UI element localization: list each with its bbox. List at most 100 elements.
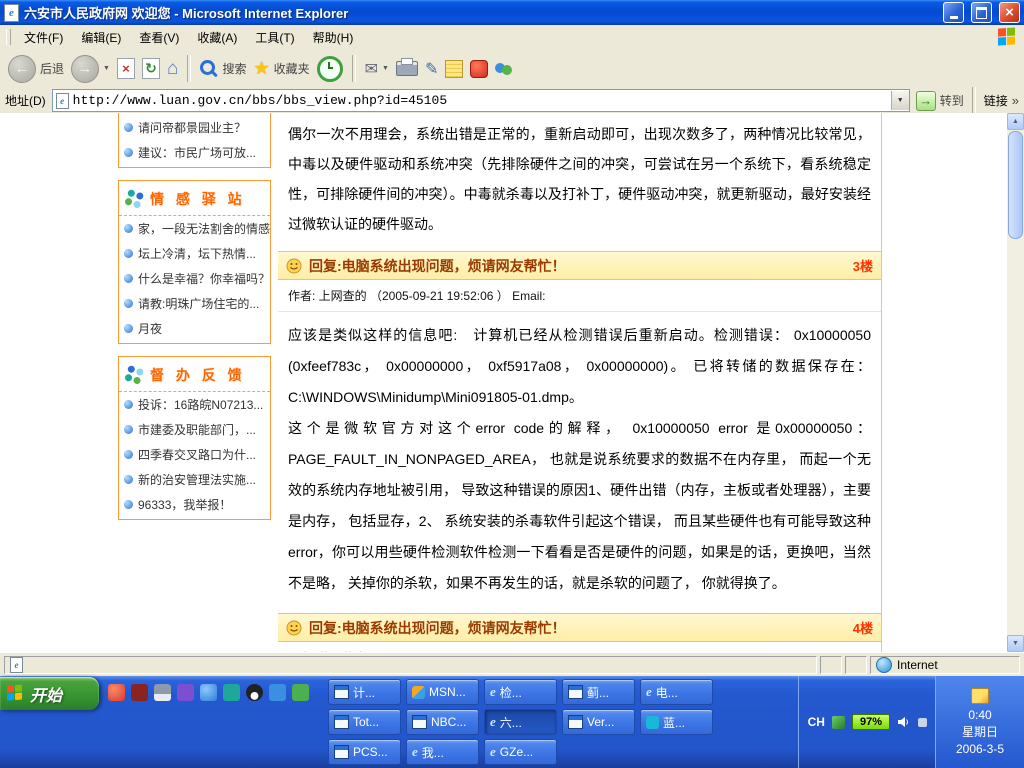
menu-edit[interactable]: 编辑(E) [72,25,130,50]
task-button-3[interactable]: e检... [484,679,557,705]
sidebar-link[interactable]: 家，一段无法割舍的情感 [119,216,270,241]
task-button-active-luan[interactable]: e六... [484,709,557,735]
section-title: 督 办 反 馈 [150,365,246,385]
quick-launch-icon-1[interactable] [108,684,125,701]
bullet-icon [124,274,133,283]
tray-shield-icon[interactable] [832,716,845,729]
toolbar: ← 后退 → ▼ × ↻ ⌂ 搜索 ★ 收藏夹 ✉ ▼ [0,49,1024,89]
quick-launch-icon-9[interactable] [292,684,309,701]
language-indicator[interactable]: CH [808,715,825,729]
start-button[interactable]: 开始 [0,677,99,710]
sidebar-link-label: 新的治安管理法实施... [138,471,256,488]
sidebar-link[interactable]: 96333，我举报！ [119,492,270,517]
sidebar-link-label: 月夜 [138,320,162,337]
reply-body: 应该是类似这样的信息吧: 计算机已经从检测错误后重新启动。检测错误： 0x100… [278,312,881,613]
forward-button[interactable]: → ▼ [71,55,110,83]
address-dropdown-icon[interactable]: ▼ [891,91,909,110]
volume-icon[interactable] [897,715,911,729]
edit-button[interactable]: ✎ [425,59,438,79]
scroll-up-button[interactable]: ▲ [1007,113,1024,130]
print-button[interactable] [396,61,418,76]
links-button[interactable]: 链接 » [984,92,1019,109]
sidebar-link[interactable]: 什么是幸福？你幸福吗？ [119,266,270,291]
vertical-scrollbar[interactable]: ▲ ▼ [1007,113,1024,652]
menu-file[interactable]: 文件(F) [15,25,72,50]
scroll-down-button[interactable]: ▼ [1007,635,1024,652]
clock-date: 2006-3-5 [956,741,1004,757]
quick-launch-qq-icon[interactable] [246,684,263,701]
bullet-icon [124,425,133,434]
task-button-7[interactable]: NBC... [406,709,479,735]
forward-dropdown-icon[interactable]: ▼ [103,65,110,72]
scrollbar-thumb[interactable] [1008,131,1023,239]
zone-label: Internet [897,658,938,672]
sidebar-link[interactable]: 请教:明珠广场住宅的... [119,291,270,316]
back-button[interactable]: ← 后退 [8,55,64,83]
task-button-9[interactable]: Ver... [562,709,635,735]
task-button-10[interactable]: 蓝... [640,709,713,735]
sidebar-link[interactable]: 坛上冷清，坛下热情... [119,241,270,266]
stop-button[interactable]: × [117,58,135,79]
maximize-button[interactable] [971,2,992,23]
minimize-button[interactable] [943,2,964,23]
menu-tools[interactable]: 工具(T) [246,25,303,50]
task-button-6[interactable]: Tot... [328,709,401,735]
favorites-button[interactable]: ★ 收藏夹 [253,58,309,79]
status-panel [820,656,842,674]
menu-view[interactable]: 查看(V) [130,25,188,50]
close-button[interactable]: × [999,2,1020,23]
task-button-4[interactable]: 蓟... [562,679,635,705]
quick-launch-icon-3[interactable] [154,684,171,701]
search-button[interactable]: 搜索 [200,60,246,78]
stop-icon: × [117,58,135,79]
quick-launch-ie-icon[interactable] [200,684,217,701]
sidebar-link[interactable]: 投诉：16路皖N07213... [119,392,270,417]
history-button[interactable] [317,56,343,82]
sidebar-link[interactable]: 月夜 [119,316,270,341]
reply-title: 回复:电脑系统出现问题，烦请网友帮忙！ [309,618,566,638]
reply-paragraph: 这个是微软官方对这个error code的解释， 0x10000050 erro… [288,413,871,599]
quick-launch-icon-8[interactable] [269,684,286,701]
task-button-1[interactable]: 计... [328,679,401,705]
quick-launch-icon-6[interactable] [223,684,240,701]
menu-help[interactable]: 帮助(H) [304,25,363,50]
go-button[interactable]: → 转到 [916,91,964,111]
task-button-13[interactable]: eGZe... [484,739,557,765]
bullet-icon [124,450,133,459]
im-button[interactable] [470,60,488,78]
window-icon [334,685,349,699]
reply-header: 回复:电脑系统出现问题，烦请网友帮忙！ 4楼 [278,613,881,642]
sidebar-link-label: 请问帝都景园业主？ [138,119,246,136]
menu-favorites[interactable]: 收藏(A) [188,25,246,50]
battery-indicator[interactable]: 97% [852,714,890,730]
quick-launch-icon-2[interactable] [131,684,148,701]
mail-button[interactable]: ✉ ▼ [365,59,389,79]
task-button-2[interactable]: MSN... [406,679,479,705]
bullet-icon [124,123,133,132]
menu-grip[interactable] [6,29,11,45]
task-button-12[interactable]: e我... [406,739,479,765]
clock-panel[interactable]: 0:40 星期日 2006-3-5 [935,676,1024,768]
sidebar-link[interactable]: 新的治安管理法实施... [119,467,270,492]
home-button[interactable]: ⌂ [167,58,178,80]
tray-network-icon[interactable] [918,718,927,727]
address-input[interactable]: e http://www.luan.gov.cn/bbs/bbs_view.ph… [52,89,910,112]
start-windows-flag-icon [7,684,24,702]
back-icon: ← [8,55,36,83]
task-button-11[interactable]: PCS... [328,739,401,765]
sidebar-link[interactable]: 请问帝都景园业主？ [119,115,270,140]
sidebar-link[interactable]: 市建委及职能部门，... [119,417,270,442]
task-button-5[interactable]: e电... [640,679,713,705]
notes-button[interactable] [445,60,463,78]
sidebar-link-label: 请教:明珠广场住宅的... [138,295,259,312]
refresh-button[interactable]: ↻ [142,58,160,79]
refresh-icon: ↻ [142,58,160,79]
quick-launch-icon-4[interactable] [177,684,194,701]
sidebar-link[interactable]: 建议：市民广场可放... [119,140,270,165]
status-main-panel: e [4,656,817,674]
messenger-button[interactable] [495,61,513,77]
mail-dropdown-icon[interactable]: ▼ [382,65,389,72]
sidebar-link-label: 什么是幸福？你幸福吗？ [138,270,270,287]
sidebar-link[interactable]: 四季春交叉路口为什... [119,442,270,467]
address-separator [972,87,976,114]
